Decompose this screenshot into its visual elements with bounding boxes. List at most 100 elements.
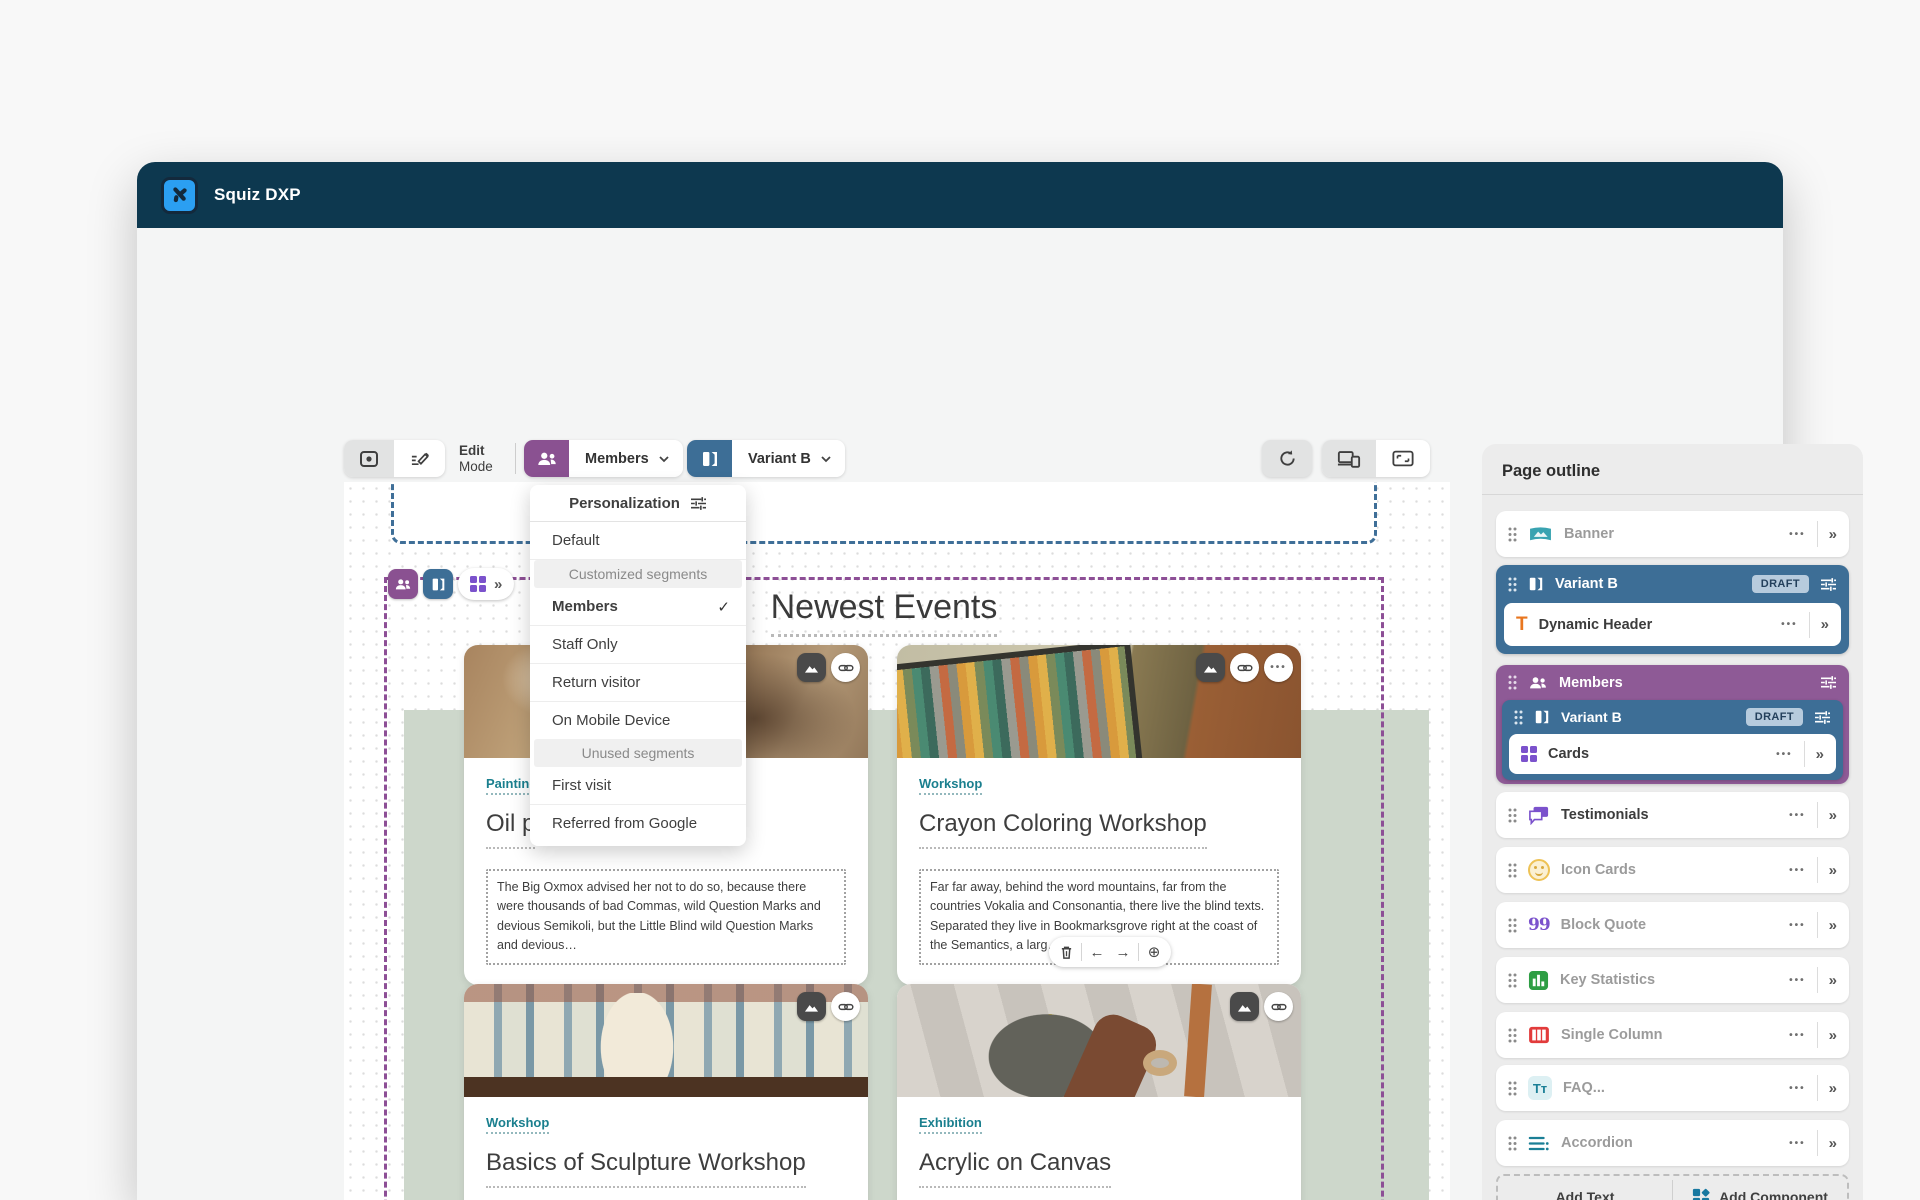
more-icon[interactable]: •••	[1789, 1083, 1806, 1094]
variant-selector[interactable]: Variant B	[687, 440, 845, 477]
expand-icon[interactable]: »	[1829, 1081, 1837, 1096]
outline-row-single-column[interactable]: Single Column ••• »	[1496, 1012, 1849, 1058]
devices-button[interactable]	[1322, 440, 1376, 477]
more-icon[interactable]: •••	[1789, 1030, 1806, 1041]
expand-icon[interactable]: »	[1829, 1136, 1837, 1151]
card-title[interactable]: Oil p	[486, 810, 536, 849]
move-left-icon[interactable]: ←	[1084, 939, 1110, 965]
card-category[interactable]: Exhibition	[919, 1115, 982, 1134]
outline-members-variant-b[interactable]: Variant B DRAFT Cards ••• »	[1502, 700, 1843, 780]
outline-variant-b-group[interactable]: Variant B DRAFT T Dynamic Header ••• »	[1496, 565, 1849, 654]
add-text-button[interactable]: Add Text	[1498, 1176, 1672, 1200]
card-title[interactable]: Crayon Coloring Workshop	[919, 810, 1207, 849]
drag-handle-icon[interactable]	[1508, 1028, 1517, 1043]
image-icon[interactable]	[797, 653, 826, 682]
outline-row-dynamic-header[interactable]: T Dynamic Header ••• »	[1504, 603, 1841, 646]
sliders-icon[interactable]	[1820, 675, 1837, 690]
image-icon[interactable]	[797, 992, 826, 1021]
menu-item-referred-google[interactable]: Referred from Google	[530, 805, 746, 842]
drag-handle-icon[interactable]	[1508, 973, 1517, 988]
card-category[interactable]: Workshop	[486, 1115, 550, 1134]
device-preview-toggle[interactable]	[1322, 440, 1430, 477]
outline-row-cards[interactable]: Cards ••• »	[1509, 734, 1836, 774]
card-title[interactable]: Acrylic on Canvas	[919, 1149, 1112, 1188]
expand-icon[interactable]: »	[1829, 1028, 1837, 1043]
drag-handle-icon[interactable]	[1508, 1081, 1517, 1096]
app-window: Squiz DXP Edit Mode Members Variant B » …	[137, 162, 1863, 1200]
menu-item-staff-only[interactable]: Staff Only	[530, 626, 746, 664]
outline-members-group[interactable]: Members Variant B DRAFT Cards ••• »	[1496, 665, 1849, 784]
outline-row-banner[interactable]: Banner ••• »	[1496, 511, 1849, 557]
link-icon[interactable]	[1230, 653, 1259, 682]
refresh-button[interactable]	[1262, 440, 1312, 477]
squiz-logo-icon	[161, 176, 198, 214]
menu-item-first-visit[interactable]: First visit	[530, 767, 746, 805]
drag-handle-icon[interactable]	[1508, 527, 1517, 542]
card-title[interactable]: Basics of Sculpture Workshop	[486, 1149, 806, 1188]
segment-selector[interactable]: Members	[524, 440, 683, 477]
card-category[interactable]: Workshop	[919, 776, 983, 795]
card-body-text[interactable]: The Big Oxmox advised her not to do so, …	[486, 869, 846, 965]
card-image[interactable]: •••	[897, 645, 1301, 758]
variant-badge[interactable]	[423, 569, 453, 599]
expand-icon[interactable]: »	[494, 577, 502, 592]
view-mode-toggle[interactable]	[344, 440, 445, 477]
expand-icon[interactable]: »	[1829, 973, 1837, 988]
outline-row-block-quote[interactable]: 99 Block Quote ••• »	[1496, 902, 1849, 948]
expand-icon[interactable]: »	[1829, 527, 1837, 542]
drag-handle-icon[interactable]	[1508, 577, 1517, 592]
members-segment-badge[interactable]	[388, 569, 418, 599]
drag-handle-icon[interactable]	[1508, 863, 1517, 878]
sliders-icon[interactable]	[1820, 577, 1837, 592]
more-icon[interactable]: •••	[1789, 810, 1806, 821]
more-icon[interactable]: •••	[1789, 1138, 1806, 1149]
edit-mode-button[interactable]	[394, 440, 444, 477]
event-card[interactable]: Exhibition Acrylic on Canvas Which roast…	[897, 984, 1301, 1200]
menu-item-return-visitor[interactable]: Return visitor	[530, 664, 746, 702]
drag-handle-icon[interactable]	[1508, 808, 1517, 823]
section-heading[interactable]: Newest Events	[770, 588, 998, 637]
fullwidth-button[interactable]	[1376, 440, 1430, 477]
more-icon[interactable]: •••	[1776, 749, 1793, 760]
outline-row-key-statistics[interactable]: Key Statistics ••• »	[1496, 957, 1849, 1003]
cards-component-pill[interactable]: »	[458, 568, 515, 600]
event-card[interactable]: ••• Workshop Crayon Coloring Workshop Fa…	[897, 645, 1301, 985]
preview-mode-button[interactable]	[344, 440, 394, 477]
drag-handle-icon[interactable]	[1514, 710, 1523, 725]
drag-handle-icon[interactable]	[1508, 1136, 1517, 1151]
outline-row-icon-cards[interactable]: Icon Cards ••• »	[1496, 847, 1849, 893]
outline-row-accordion[interactable]: Accordion ••• »	[1496, 1120, 1849, 1166]
text-component-icon: T	[1516, 614, 1528, 635]
expand-icon[interactable]: »	[1816, 747, 1824, 762]
more-icon[interactable]: •••	[1789, 529, 1806, 540]
menu-item-members[interactable]: Members ✓	[530, 588, 746, 626]
more-icon[interactable]: •••	[1789, 920, 1806, 931]
link-icon[interactable]	[1264, 992, 1293, 1021]
image-icon[interactable]	[1230, 992, 1259, 1021]
add-icon[interactable]: ⊕	[1141, 939, 1167, 965]
move-right-icon[interactable]: →	[1110, 939, 1136, 965]
menu-item-on-mobile[interactable]: On Mobile Device	[530, 702, 746, 739]
expand-icon[interactable]: »	[1829, 918, 1837, 933]
link-icon[interactable]	[831, 992, 860, 1021]
more-icon[interactable]: •••	[1789, 975, 1806, 986]
expand-icon[interactable]: »	[1829, 808, 1837, 823]
card-image[interactable]	[464, 984, 868, 1097]
link-icon[interactable]	[831, 653, 860, 682]
outline-row-testimonials[interactable]: Testimonials ••• »	[1496, 792, 1849, 838]
delete-icon[interactable]	[1053, 939, 1079, 965]
drag-handle-icon[interactable]	[1508, 918, 1517, 933]
add-component-button[interactable]: Add Component	[1673, 1176, 1847, 1200]
more-icon[interactable]: •••	[1789, 865, 1806, 876]
card-image[interactable]	[897, 984, 1301, 1097]
sliders-icon[interactable]	[1814, 710, 1831, 725]
more-icon[interactable]: •••	[1264, 653, 1293, 682]
expand-icon[interactable]: »	[1829, 863, 1837, 878]
expand-icon[interactable]: »	[1821, 617, 1829, 632]
menu-item-default[interactable]: Default	[530, 522, 746, 560]
drag-handle-icon[interactable]	[1508, 675, 1517, 690]
event-card[interactable]: Workshop Basics of Sculpture Workshop Th…	[464, 984, 868, 1200]
image-icon[interactable]	[1196, 653, 1225, 682]
more-icon[interactable]: •••	[1781, 619, 1798, 630]
outline-row-faq[interactable]: Tт FAQ... ••• »	[1496, 1065, 1849, 1111]
